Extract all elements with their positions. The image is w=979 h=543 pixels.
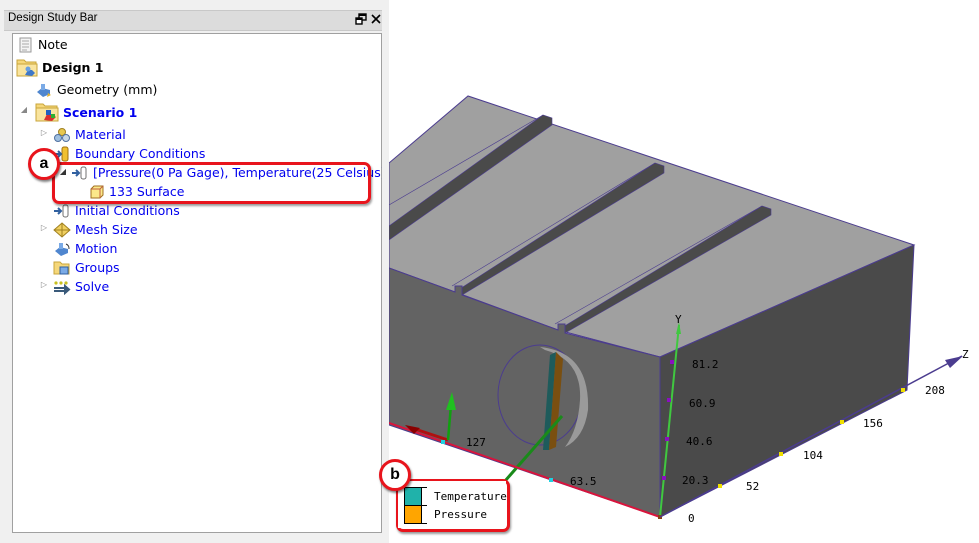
legend-item-temperature: Temperature xyxy=(404,486,507,506)
tree-item-label: Motion xyxy=(75,241,118,256)
y-axis-label: Y xyxy=(675,313,682,326)
tree-item-mesh-size[interactable]: Mesh Size xyxy=(53,220,138,239)
tree-item-groups[interactable]: Groups xyxy=(53,258,120,277)
tree-item-label: Material xyxy=(75,127,126,142)
float-window-icon xyxy=(355,13,367,25)
legend-divider xyxy=(421,523,427,524)
z-tick-label: 208 xyxy=(925,384,945,397)
tree-item-label: Mesh Size xyxy=(75,222,138,237)
tree-item-label: Initial Conditions xyxy=(75,203,180,218)
legend-divider xyxy=(421,505,427,506)
legend-label: Pressure xyxy=(434,507,487,521)
x-tick-label: 127 xyxy=(466,436,486,449)
z-tick-marker xyxy=(718,484,722,488)
y-tick-label: 0 xyxy=(688,512,695,525)
solve-icon xyxy=(54,280,71,295)
tree-item-note[interactable]: Note xyxy=(18,35,68,54)
x-tick-label: 63.5 xyxy=(570,475,597,488)
design-study-bar-panel: Design Study Bar Note Design 1 Geometry … xyxy=(0,0,390,543)
tree-item-solve[interactable]: Solve xyxy=(53,277,109,296)
expand-toggle[interactable]: ▷ xyxy=(39,223,49,232)
legend-label: Temperature xyxy=(434,489,507,503)
tree-item-label: Groups xyxy=(75,260,120,275)
y-tick-label: 40.6 xyxy=(686,435,713,448)
panel-title: Design Study Bar xyxy=(8,12,98,24)
geometry-icon xyxy=(37,83,51,97)
scenario-folder-icon xyxy=(35,103,59,122)
initial-conditions-icon xyxy=(54,204,69,217)
z-tick-label: 104 xyxy=(803,449,823,462)
tree-item-label: Note xyxy=(38,37,68,52)
x-tick-marker xyxy=(441,440,445,444)
y-tick-label: 60.9 xyxy=(689,397,716,410)
model-scene[interactable]: Y 81.2 60.9 40.6 20.3 0 Z 52 104 156 208… xyxy=(389,0,979,543)
z-tick-marker xyxy=(901,388,905,392)
tree-item-geometry[interactable]: Geometry (mm) xyxy=(35,80,157,99)
expand-toggle[interactable]: ▷ xyxy=(39,128,49,137)
float-window-button[interactable] xyxy=(354,11,368,27)
legend-item-pressure: Pressure xyxy=(404,504,487,524)
tree-item-label: Scenario 1 xyxy=(63,104,138,120)
z-tick-label: 156 xyxy=(863,417,883,430)
tree-item-boundary-conditions[interactable]: Boundary Conditions xyxy=(53,144,205,163)
expand-toggle[interactable]: ▷ xyxy=(39,280,49,289)
material-icon xyxy=(54,127,70,142)
y-tick-marker xyxy=(665,437,669,441)
tree-item-material[interactable]: Material xyxy=(53,125,126,144)
note-icon xyxy=(19,37,32,52)
z-axis-arrow-icon xyxy=(945,356,963,368)
y-tick-marker xyxy=(670,360,674,364)
callout-a: a xyxy=(28,148,60,180)
design-folder-icon xyxy=(16,59,38,77)
tree-item-label: Boundary Conditions xyxy=(75,146,206,161)
motion-icon xyxy=(55,242,70,256)
collapse-toggle[interactable]: ◢ xyxy=(19,105,29,114)
highlight-box-a xyxy=(52,162,371,204)
z-tick-label: 52 xyxy=(746,480,759,493)
x-tick-marker xyxy=(549,478,553,482)
3d-viewport[interactable]: Y 81.2 60.9 40.6 20.3 0 Z 52 104 156 208… xyxy=(382,0,979,543)
legend-swatch-pressure xyxy=(404,504,422,524)
close-panel-button[interactable] xyxy=(370,11,382,27)
callout-b: b xyxy=(379,459,411,491)
groups-icon xyxy=(53,261,70,274)
y-tick-label: 20.3 xyxy=(682,474,709,487)
close-icon xyxy=(371,14,381,24)
z-tick-marker xyxy=(779,452,783,456)
y-tick-marker xyxy=(667,398,671,402)
tree-item-label: Geometry (mm) xyxy=(57,82,158,97)
tree-item-design-1[interactable]: Design 1 xyxy=(16,56,103,78)
legend: Temperature Pressure xyxy=(398,481,507,528)
legend-divider xyxy=(421,487,427,488)
z-axis-label: Z xyxy=(962,348,969,361)
tree-item-label: Design 1 xyxy=(42,59,104,75)
tree-item-motion[interactable]: Motion xyxy=(53,239,117,258)
mesh-size-icon xyxy=(53,221,71,238)
legend-swatch-temperature xyxy=(404,486,422,506)
tree-item-scenario-1[interactable]: Scenario 1 xyxy=(35,100,137,124)
tree-item-label: Solve xyxy=(75,279,110,294)
y-tick-label: 81.2 xyxy=(692,358,719,371)
design-tree: Note Design 1 Geometry (mm) ◢ Scenario 1… xyxy=(12,33,390,533)
z-tick-marker xyxy=(840,420,844,424)
y-tick-marker xyxy=(662,476,666,480)
